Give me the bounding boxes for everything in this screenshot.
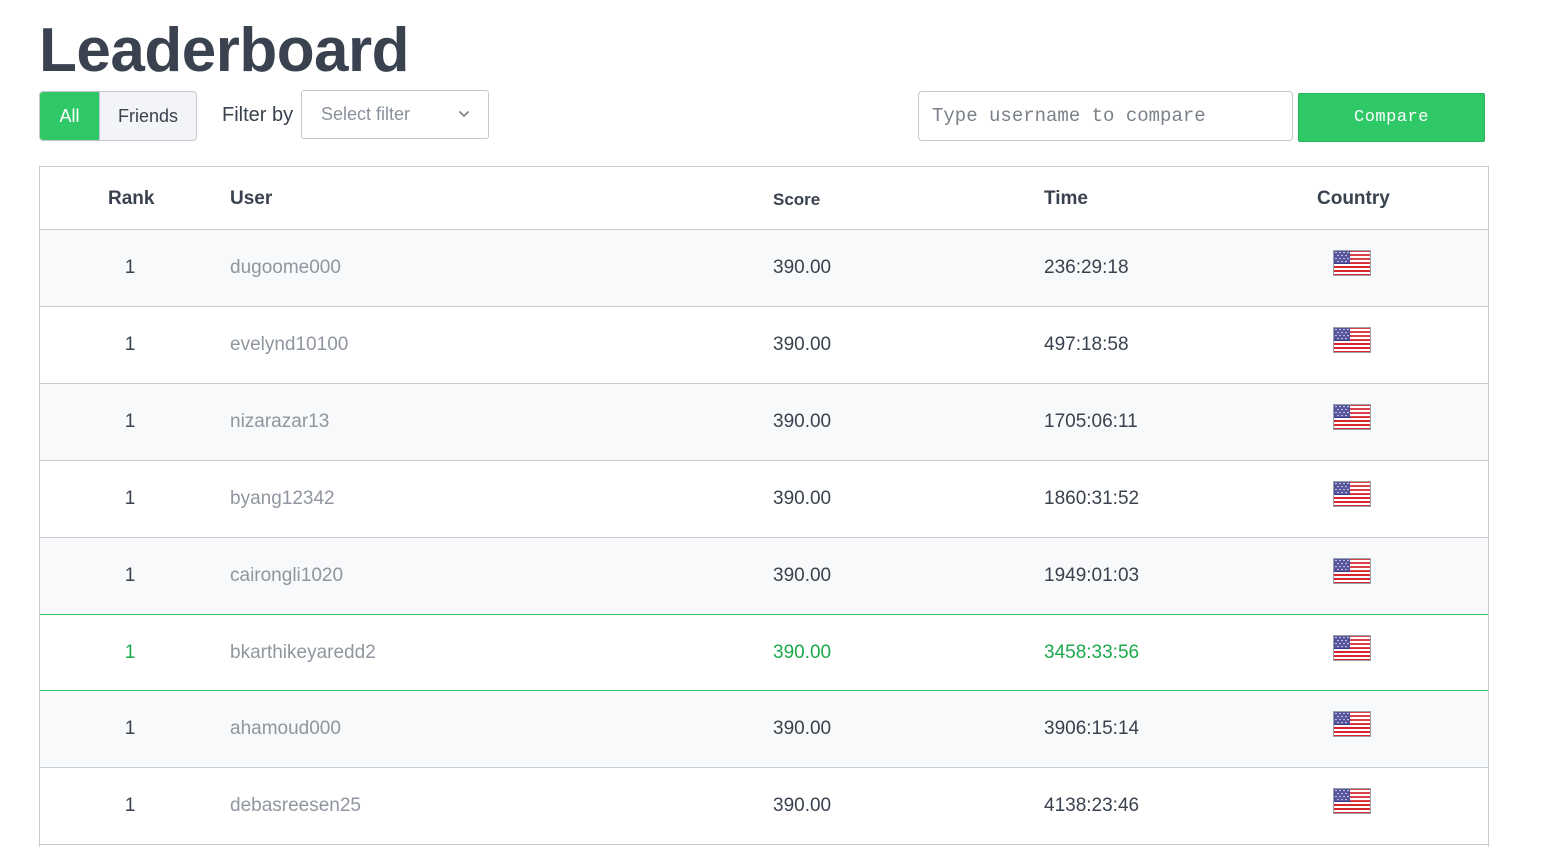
all-friends-toggle: All Friends [39,91,197,141]
rank-cell: 1 [124,718,136,739]
rank-cell: 1 [124,795,136,816]
table-row: 1 bkarthikeyaredd2 390.00 3458:33:56 [40,614,1488,691]
table-row: 1 cairongli1020 390.00 1949:01:03 [40,538,1488,615]
us-flag-icon [1333,404,1371,430]
score-cell: 390.00 [773,642,832,663]
time-cell: 3458:33:56 [1044,642,1140,663]
score-cell: 390.00 [773,334,832,355]
username-link[interactable]: byang12342 [230,487,335,511]
time-cell: 1949:01:03 [1044,565,1140,586]
time-cell: 1860:31:52 [1044,488,1140,509]
all-toggle-button[interactable]: All [40,92,99,140]
rank-cell: 1 [124,411,136,432]
score-cell: 390.00 [773,565,832,586]
filter-select[interactable]: Select filter [301,90,489,139]
us-flag-icon [1333,250,1371,276]
table-row: 1 debasreesen25 390.00 4138:23:46 [40,768,1488,845]
score-cell: 390.00 [773,257,832,278]
username-link[interactable]: nizarazar13 [230,410,329,434]
table-row: 1 nizarazar13 390.00 1705:06:11 [40,384,1488,461]
compare-username-input[interactable] [918,91,1293,141]
username-link[interactable]: bkarthikeyaredd2 [230,641,376,665]
friends-toggle-button[interactable]: Friends [99,92,196,140]
filter-label: Filter by [222,104,294,126]
user-column-header: User [230,188,273,209]
table-row: 1 dugoome000 390.00 236:29:18 [40,230,1488,307]
username-link[interactable]: dugoome000 [230,256,341,280]
username-link[interactable]: evelynd10100 [230,333,348,357]
table-header: Rank User Score Time Country [40,167,1488,230]
rank-cell: 1 [124,257,136,278]
leaderboard-table: Rank User Score Time Country 1 dugoome00… [39,166,1489,847]
table-body: 1 dugoome000 390.00 236:29:18 1 evelynd1 [40,230,1488,845]
score-cell: 390.00 [773,488,832,509]
time-cell: 1705:06:11 [1044,411,1138,432]
us-flag-icon [1333,558,1371,584]
us-flag-icon [1333,635,1371,661]
time-cell: 3906:15:14 [1044,718,1140,739]
table-row: 1 byang12342 390.00 1860:31:52 [40,461,1488,538]
time-cell: 236:29:18 [1044,257,1129,278]
us-flag-icon [1333,788,1371,814]
score-cell: 390.00 [773,795,832,816]
us-flag-icon [1333,327,1371,353]
us-flag-icon [1333,481,1371,507]
username-link[interactable]: debasreesen25 [230,794,361,818]
time-column-header: Time [1044,188,1089,209]
rank-cell: 1 [124,565,136,586]
time-cell: 4138:23:46 [1044,795,1140,816]
score-column-header: Score [773,190,821,209]
compare-button[interactable]: Compare [1298,93,1485,142]
time-cell: 497:18:58 [1044,334,1129,355]
us-flag-icon [1333,711,1371,737]
table-row: 1 ahamoud000 390.00 3906:15:14 [40,691,1488,768]
country-column-header: Country [1317,188,1390,209]
filter-select-placeholder: Select filter [321,104,411,124]
score-cell: 390.00 [773,718,832,739]
rank-cell: 1 [124,642,136,663]
username-link[interactable]: ahamoud000 [230,717,341,741]
rank-column-header: Rank [108,188,155,209]
table-row: 1 evelynd10100 390.00 497:18:58 [40,307,1488,384]
page-title: Leaderboard [39,16,410,85]
chevron-down-icon [458,110,470,118]
rank-cell: 1 [124,488,136,509]
username-link[interactable]: cairongli1020 [230,564,343,588]
rank-cell: 1 [124,334,136,355]
score-cell: 390.00 [773,411,832,432]
